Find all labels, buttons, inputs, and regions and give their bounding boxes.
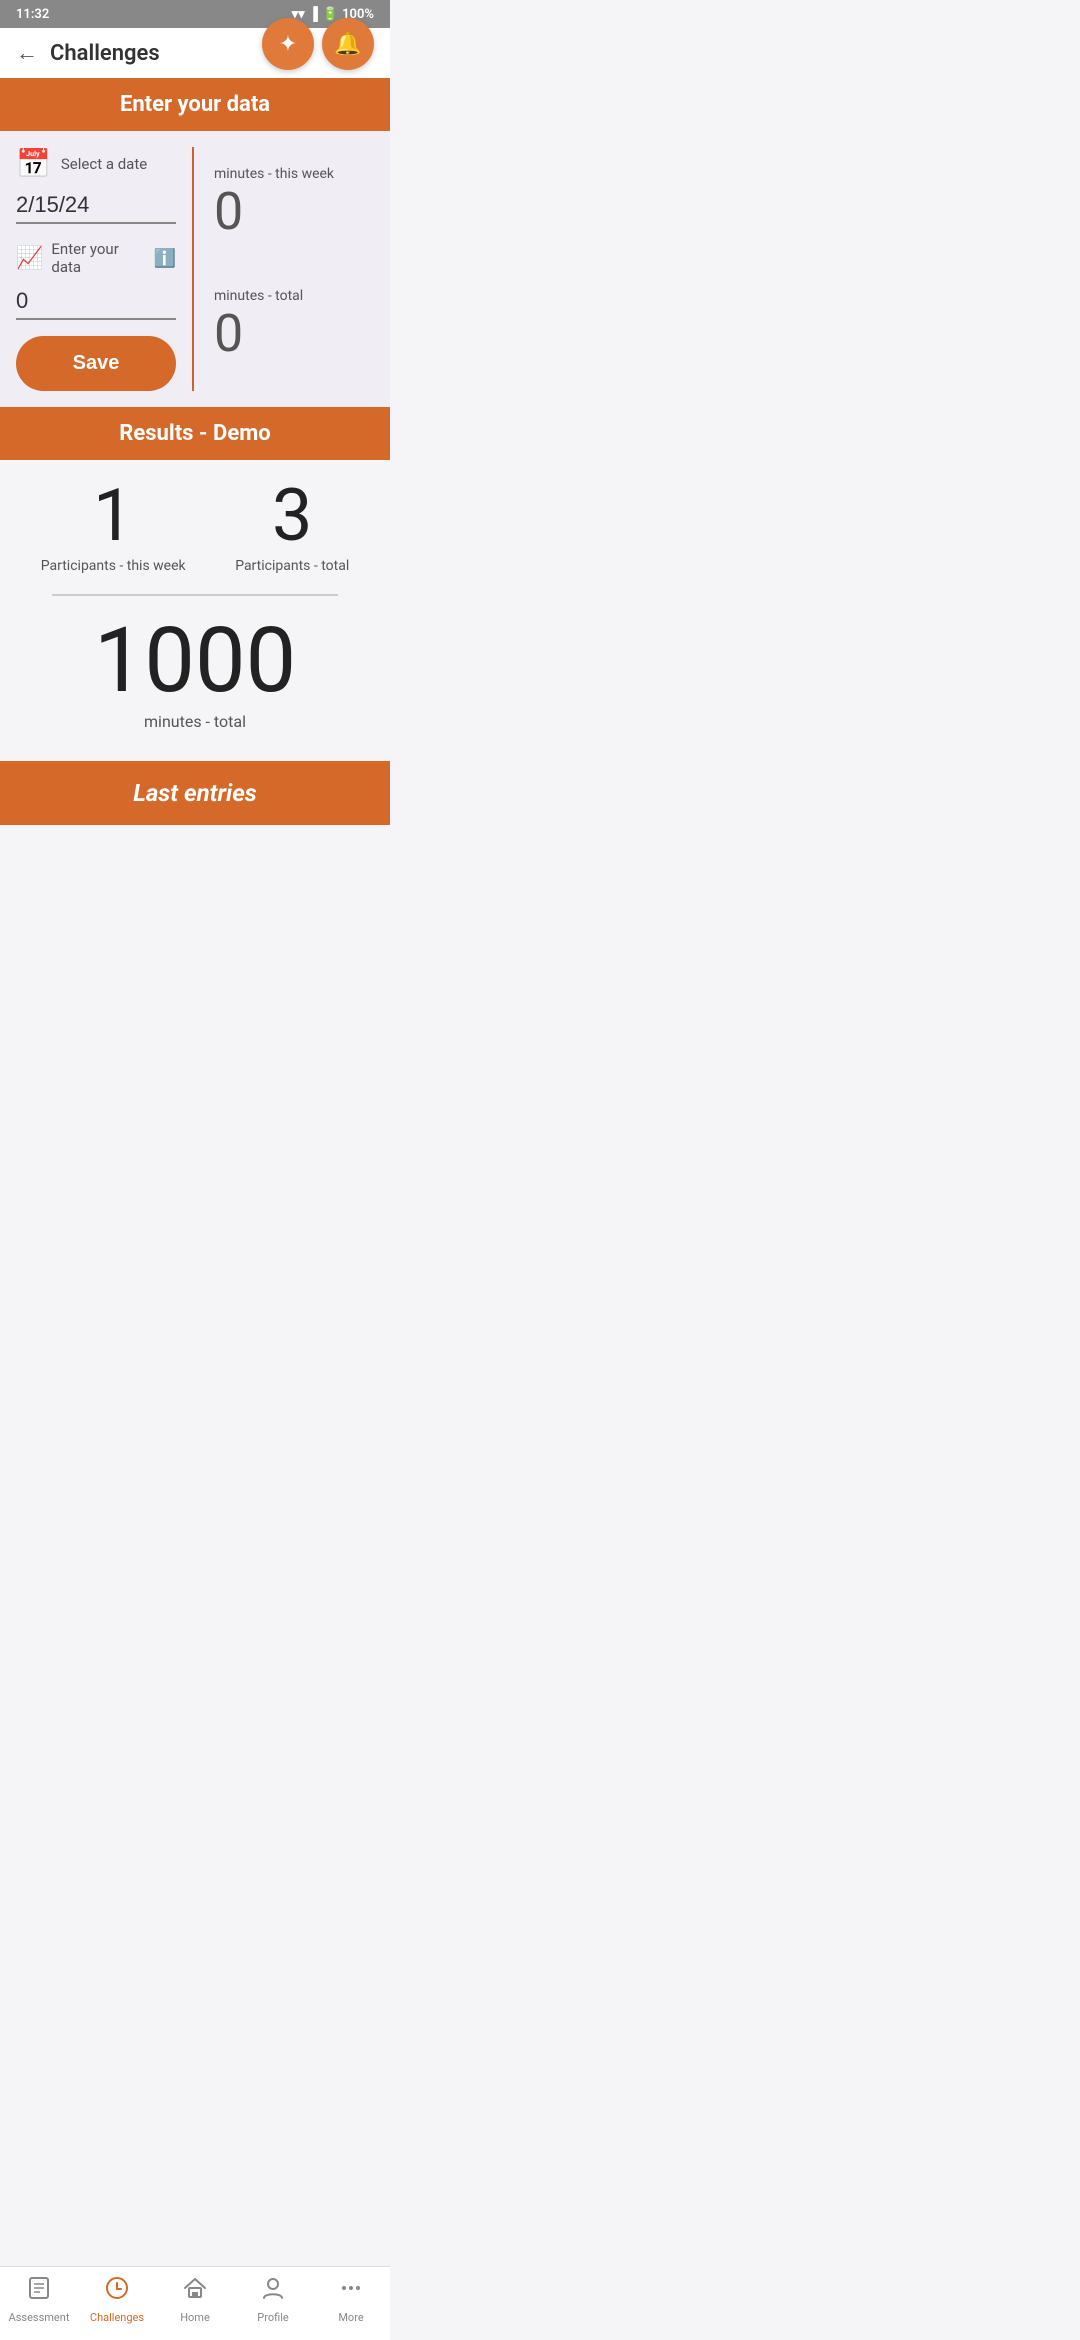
data-label-row: 📈 Enter your data ℹ️ bbox=[16, 240, 176, 276]
participants-total-value: 3 bbox=[235, 480, 349, 552]
participants-this-week-label: Participants - this week bbox=[41, 558, 186, 574]
minutes-total-result-value: 1000 bbox=[16, 616, 374, 706]
last-entries-section-header: Last entries bbox=[0, 761, 390, 825]
save-button[interactable]: Save bbox=[16, 336, 176, 391]
minutes-this-week-value: 0 bbox=[214, 186, 374, 238]
enter-data-section: 📅 Select a date 📈 Enter your data ℹ️ Sav… bbox=[0, 131, 390, 407]
participants-this-week-value: 1 bbox=[41, 480, 186, 552]
results-section: 1 Participants - this week 3 Participant… bbox=[0, 460, 390, 761]
nav-item-more[interactable]: More bbox=[312, 2275, 390, 2324]
date-label-row: 📅 Select a date bbox=[16, 147, 176, 180]
home-icon bbox=[182, 2275, 208, 2307]
status-time: 11:32 bbox=[16, 7, 49, 22]
results-section-header: Results - Demo bbox=[0, 407, 390, 460]
challenges-label: Challenges bbox=[90, 2311, 144, 2324]
page-header: ← Challenges ✦ 🔔 bbox=[0, 28, 390, 78]
nav-item-challenges[interactable]: Challenges bbox=[78, 2275, 156, 2324]
info-icon: ℹ️ bbox=[154, 248, 176, 269]
minutes-total-label: minutes - total bbox=[214, 288, 374, 304]
results-title: Results - Demo bbox=[119, 421, 270, 446]
minutes-total-result-block: 1000 minutes - total bbox=[16, 616, 374, 731]
more-label: More bbox=[338, 2311, 363, 2324]
nav-item-profile[interactable]: Profile bbox=[234, 2275, 312, 2324]
date-label: Select a date bbox=[61, 155, 147, 173]
minutes-this-week-label: minutes - this week bbox=[214, 166, 374, 182]
header-icon-group: ✦ 🔔 bbox=[262, 18, 374, 70]
profile-icon bbox=[260, 2275, 286, 2307]
minutes-total-block: minutes - total 0 bbox=[214, 288, 374, 360]
save-label: Save bbox=[73, 352, 120, 374]
back-button[interactable]: ← bbox=[16, 40, 38, 66]
bell-icon-button[interactable]: 🔔 bbox=[322, 18, 374, 70]
challenges-icon bbox=[104, 2275, 130, 2307]
data-label: Enter your data bbox=[51, 240, 145, 276]
nav-spacer bbox=[0, 825, 390, 905]
badge-icon-button[interactable]: ✦ bbox=[262, 18, 314, 70]
trend-icon: 📈 bbox=[16, 246, 43, 271]
badge-icon: ✦ bbox=[279, 32, 297, 57]
minutes-this-week-block: minutes - this week 0 bbox=[214, 166, 374, 238]
nav-item-assessment[interactable]: Assessment bbox=[0, 2275, 78, 2324]
profile-label: Profile bbox=[257, 2311, 288, 2324]
nav-item-home[interactable]: Home bbox=[156, 2275, 234, 2324]
assessment-label: Assessment bbox=[9, 2311, 70, 2324]
assessment-icon bbox=[26, 2275, 52, 2307]
results-divider bbox=[52, 594, 338, 596]
participants-total-label: Participants - total bbox=[235, 558, 349, 574]
minutes-total-value: 0 bbox=[214, 308, 374, 360]
enter-data-right: minutes - this week 0 minutes - total 0 bbox=[194, 147, 374, 391]
participants-row: 1 Participants - this week 3 Participant… bbox=[16, 480, 374, 574]
page-title: Challenges bbox=[50, 41, 160, 66]
data-input[interactable] bbox=[16, 284, 176, 320]
minutes-total-result-label: minutes - total bbox=[16, 712, 374, 731]
last-entries-title: Last entries bbox=[133, 779, 257, 807]
calendar-icon: 📅 bbox=[16, 147, 51, 180]
back-arrow-icon: ← bbox=[16, 40, 38, 65]
home-label: Home bbox=[180, 2311, 210, 2324]
enter-data-title: Enter your data bbox=[120, 92, 270, 117]
more-icon bbox=[338, 2275, 364, 2307]
enter-data-section-header: Enter your data bbox=[0, 78, 390, 131]
participants-total: 3 Participants - total bbox=[235, 480, 349, 574]
enter-data-left: 📅 Select a date 📈 Enter your data ℹ️ Sav… bbox=[16, 147, 194, 391]
participants-this-week: 1 Participants - this week bbox=[41, 480, 186, 574]
bottom-nav: Assessment Challenges Home Profile bbox=[0, 2266, 390, 2340]
bell-icon: 🔔 bbox=[334, 32, 361, 57]
date-input[interactable] bbox=[16, 188, 176, 224]
